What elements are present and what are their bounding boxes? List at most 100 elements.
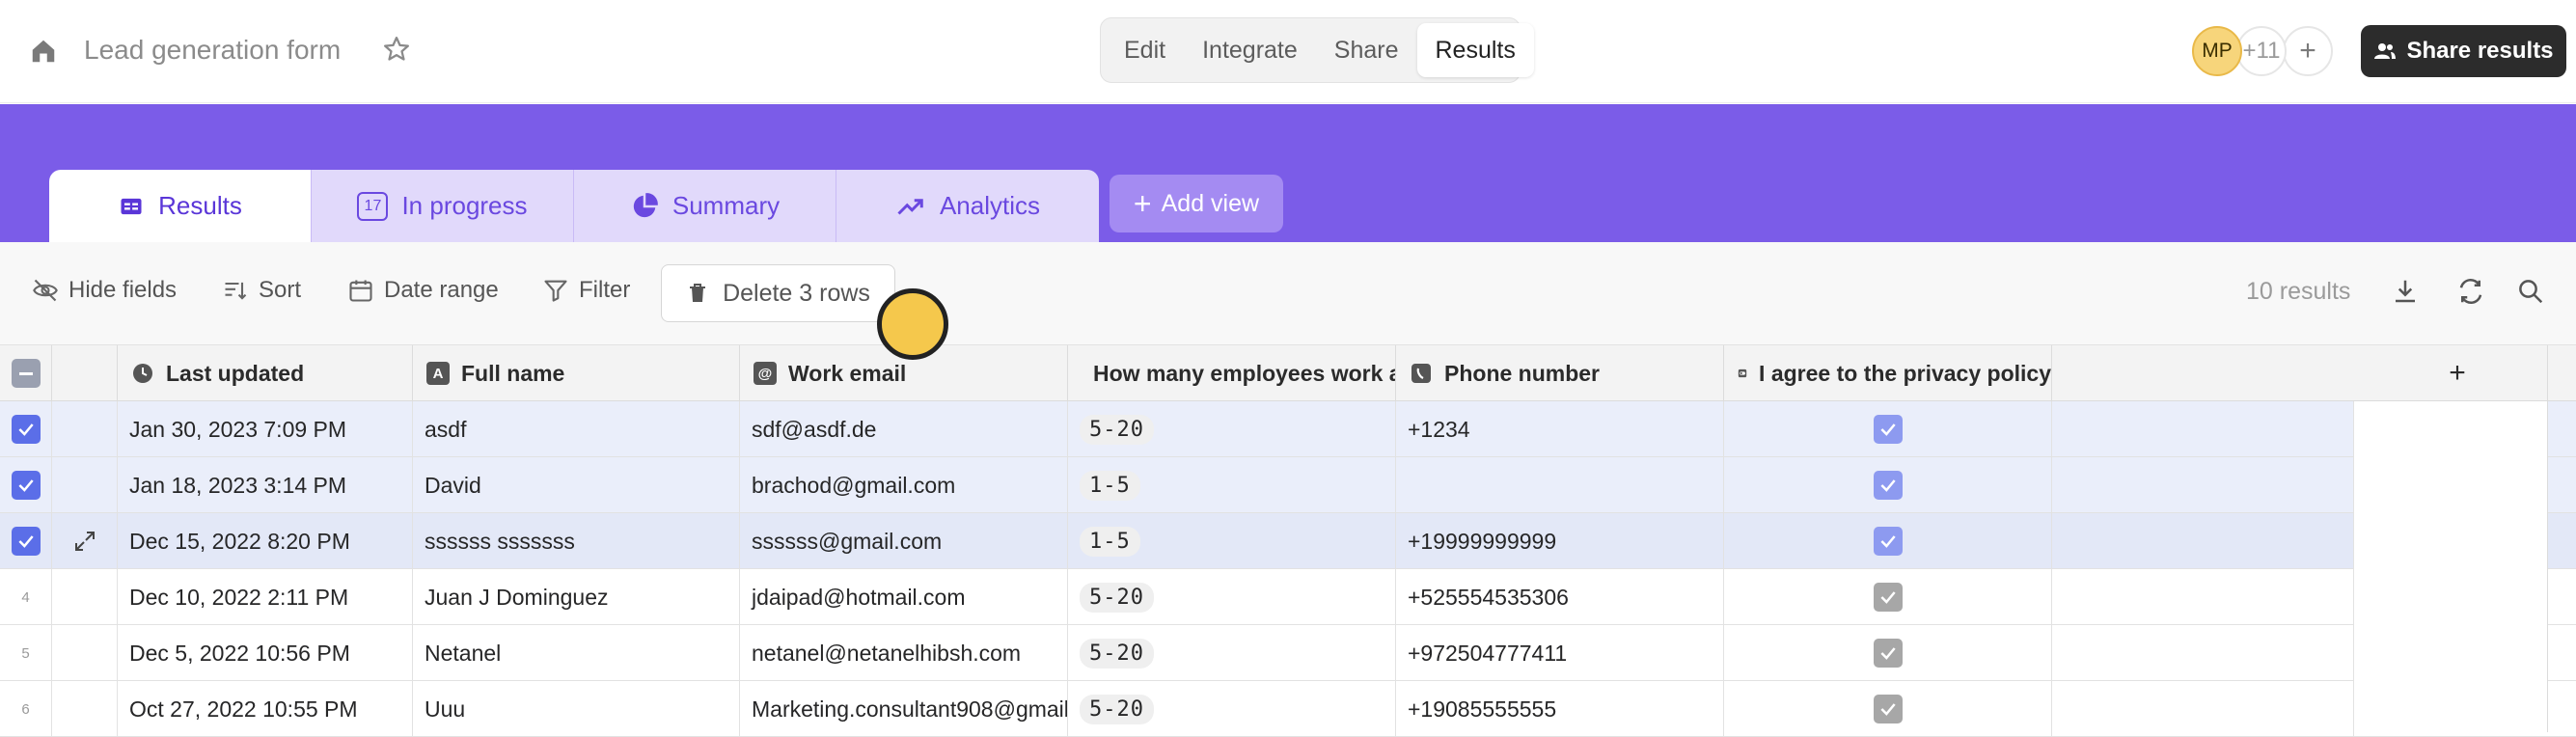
cell-phone-number[interactable]: +525554535306	[1396, 569, 1724, 625]
table-row[interactable]: Dec 15, 2022 8:20 PM ssssss sssssss ssssss…	[0, 513, 2576, 569]
tab-summary[interactable]: Summary	[574, 170, 836, 242]
add-member-button[interactable]: +	[2283, 26, 2333, 76]
hide-fields-label: Hide fields	[69, 277, 178, 303]
table-row[interactable]: Jan 18, 2023 3:14 PM David brachod@gmail.c…	[0, 457, 2576, 513]
cell-employees[interactable]: 5-20	[1068, 401, 1396, 457]
add-view-button[interactable]: + Add view	[1110, 175, 1283, 232]
avatar[interactable]: MP	[2192, 26, 2242, 76]
cell-employees[interactable]: 1-5	[1068, 457, 1396, 513]
column-header-employees[interactable]: How many employees work at your company?	[1068, 345, 1396, 401]
cell-phone-number[interactable]: +1234	[1396, 401, 1724, 457]
check-icon	[1879, 423, 1896, 436]
table-row[interactable]: 4 Dec 10, 2022 2:11 PM Juan J Dominguez jda…	[0, 569, 2576, 625]
cell-privacy-agree[interactable]	[1724, 681, 2052, 737]
search-icon[interactable]	[2516, 277, 2545, 306]
cell-phone-number[interactable]	[1396, 457, 1724, 513]
column-header-phone-number[interactable]: Phone number	[1396, 345, 1724, 401]
star-icon[interactable]	[382, 35, 411, 64]
cell-phone-number[interactable]: +19999999999	[1396, 513, 1724, 569]
cell-employees[interactable]: 1-5	[1068, 513, 1396, 569]
row-number[interactable]: 6	[0, 681, 52, 737]
more-members-badge[interactable]: +11	[2236, 26, 2287, 76]
table-row[interactable]: Jan 30, 2023 7:09 PM asdf sdf@asdf.de 5-20 +…	[0, 401, 2576, 457]
eye-off-icon	[33, 279, 58, 302]
select-all-checkbox[interactable]	[11, 359, 41, 388]
delete-rows-button[interactable]: Delete 3 rows	[661, 264, 895, 322]
cell-work-email[interactable]: ssssss@gmail.com	[740, 513, 1068, 569]
form-title[interactable]: Lead generation form	[84, 35, 341, 66]
select-all-checkbox-cell[interactable]	[0, 345, 52, 401]
column-header-label: Phone number	[1444, 360, 1601, 386]
results-count: 10 results	[2246, 278, 2351, 305]
row-checkbox[interactable]	[11, 471, 41, 500]
tab-analytics[interactable]: Analytics	[836, 170, 1099, 242]
cell-phone-number[interactable]: +972504777411	[1396, 625, 1724, 681]
row-checkbox[interactable]	[11, 527, 41, 556]
nav-results[interactable]: Results	[1416, 23, 1534, 77]
employees-badge: 5-20	[1080, 414, 1154, 445]
agree-checkbox	[1873, 415, 1903, 444]
expand-row-cell[interactable]	[52, 513, 118, 569]
text-field-icon: A	[426, 362, 450, 385]
column-header-last-updated[interactable]: Last updated	[118, 345, 413, 401]
tab-results-label: Results	[158, 191, 242, 220]
column-header-privacy-policy[interactable]: I agree to the privacy policy	[1724, 345, 2052, 401]
cell-privacy-agree[interactable]	[1724, 513, 2052, 569]
cell-privacy-agree[interactable]	[1724, 569, 2052, 625]
date-range-button[interactable]: Date range	[347, 277, 499, 304]
row-select-cell[interactable]	[0, 513, 52, 569]
cell-privacy-agree[interactable]	[1724, 457, 2052, 513]
row-number[interactable]: 5	[0, 625, 52, 681]
nav-share[interactable]: Share	[1316, 23, 1417, 77]
row-checkbox[interactable]	[11, 415, 41, 444]
filter-button[interactable]: Filter	[542, 277, 630, 304]
download-icon[interactable]	[2391, 277, 2420, 306]
cell-last-updated[interactable]: Jan 18, 2023 3:14 PM	[118, 457, 413, 513]
cell-work-email[interactable]: Marketing.consultant908@gmail.com	[740, 681, 1068, 737]
cell-phone-number[interactable]: +19085555555	[1396, 681, 1724, 737]
cell-full-name[interactable]: David	[413, 457, 740, 513]
home-icon[interactable]	[29, 37, 58, 66]
row-select-cell[interactable]	[0, 401, 52, 457]
cell-employees[interactable]: 5-20	[1068, 625, 1396, 681]
table-row[interactable]: 5 Dec 5, 2022 10:56 PM Netanel netanel@neta…	[0, 625, 2576, 681]
add-view-label: Add view	[1161, 189, 1260, 217]
cell-employees[interactable]: 5-20	[1068, 569, 1396, 625]
tab-in-progress[interactable]: 17 In progress	[312, 170, 574, 242]
share-results-button[interactable]: Share results	[2361, 25, 2566, 77]
cell-last-updated[interactable]: Jan 30, 2023 7:09 PM	[118, 401, 413, 457]
cell-last-updated[interactable]: Oct 27, 2022 10:55 PM	[118, 681, 413, 737]
cell-privacy-agree[interactable]	[1724, 401, 2052, 457]
cell-full-name[interactable]: ssssss sssssss	[413, 513, 740, 569]
cell-full-name[interactable]: asdf	[413, 401, 740, 457]
table-row[interactable]: 6 Oct 27, 2022 10:55 PM Uuu Marketing.consu…	[0, 681, 2576, 737]
expand-icon[interactable]	[73, 530, 96, 553]
refresh-icon[interactable]	[2456, 277, 2485, 306]
cell-work-email[interactable]: sdf@asdf.de	[740, 401, 1068, 457]
hide-fields-button[interactable]: Hide fields	[32, 277, 177, 304]
filter-label: Filter	[579, 277, 631, 303]
nav-edit[interactable]: Edit	[1106, 23, 1184, 77]
cell-work-email[interactable]: brachod@gmail.com	[740, 457, 1068, 513]
cell-last-updated[interactable]: Dec 10, 2022 2:11 PM	[118, 569, 413, 625]
column-header-full-name[interactable]: A Full name	[413, 345, 740, 401]
add-column-button[interactable]: +	[2354, 345, 2547, 401]
cell-privacy-agree[interactable]	[1724, 625, 2052, 681]
cell-work-email[interactable]: netanel@netanelhibsh.com	[740, 625, 1068, 681]
row-number[interactable]: 4	[0, 569, 52, 625]
cell-employees[interactable]: 5-20	[1068, 681, 1396, 737]
cell-full-name[interactable]: Juan J Dominguez	[413, 569, 740, 625]
cell-last-updated[interactable]: Dec 5, 2022 10:56 PM	[118, 625, 413, 681]
cell-last-updated[interactable]: Dec 15, 2022 8:20 PM	[118, 513, 413, 569]
at-sign-icon: @	[754, 362, 777, 385]
cell-work-email[interactable]: jdaipad@hotmail.com	[740, 569, 1068, 625]
tab-results[interactable]: Results	[49, 170, 312, 242]
cell-full-name[interactable]: Netanel	[413, 625, 740, 681]
check-icon	[1879, 647, 1896, 660]
row-select-cell[interactable]	[0, 457, 52, 513]
sort-button[interactable]: Sort	[222, 277, 301, 304]
cell-full-name[interactable]: Uuu	[413, 681, 740, 737]
table-empty-area	[2354, 401, 2547, 732]
nav-integrate[interactable]: Integrate	[1184, 23, 1316, 77]
column-header-label: Last updated	[166, 360, 305, 386]
